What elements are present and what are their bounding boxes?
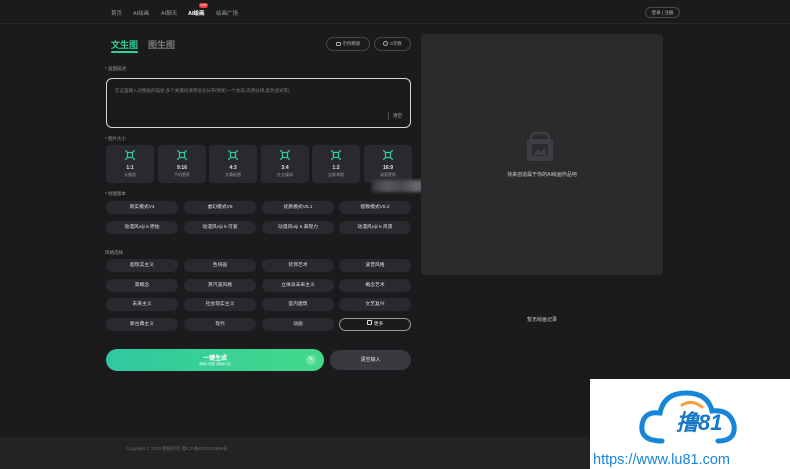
active-tab-indicator bbox=[111, 51, 138, 53]
style-option-3[interactable]: 波普风格 bbox=[339, 259, 411, 272]
aspect-ratio-icon bbox=[331, 150, 341, 160]
tab-image-to-image[interactable]: 图生图 bbox=[148, 38, 175, 51]
size-option-5[interactable]: 16:9 桌面壁纸 bbox=[364, 145, 412, 183]
version-option-7[interactable]: 动漫风niji 5 风景 bbox=[339, 221, 411, 234]
version-option-1[interactable]: 虚幻模式V5 bbox=[184, 201, 256, 214]
credits-label: 0次数 bbox=[390, 41, 402, 46]
style-option-12[interactable]: 新古典主义 bbox=[106, 318, 178, 331]
template-icon bbox=[335, 41, 341, 46]
style-option-6[interactable]: 立体派未来主义 bbox=[262, 279, 334, 292]
aspect-ratio-icon bbox=[280, 150, 290, 160]
version-option-2[interactable]: 优质模式V5.1 bbox=[262, 201, 334, 214]
size-desc: 文章配图 bbox=[225, 172, 241, 177]
prompt-textarea[interactable]: 在这里输入对图画的描述,多个关键词请用逗号分开(例如:一个女孩,高清分辨,柔色滤… bbox=[106, 78, 411, 128]
size-desc: 头像图 bbox=[124, 172, 136, 177]
generate-button[interactable]: 一键生成 消耗1次数 (剩余0次) bbox=[106, 349, 324, 371]
size-ratio: 9:16 bbox=[176, 165, 187, 171]
prompt-clear-button[interactable]: 清空 bbox=[393, 113, 402, 119]
style-option-5[interactable]: 蒸汽波风格 bbox=[184, 279, 256, 292]
watermark-brand: 撸81 bbox=[676, 410, 723, 435]
style-section-label: 风格选择 bbox=[105, 250, 123, 255]
generate-cost-label: 消耗1次数 (剩余0次) bbox=[198, 362, 232, 366]
credits-icon bbox=[383, 41, 389, 47]
style-option-13[interactable]: 现代 bbox=[184, 318, 256, 331]
style-option-2[interactable]: 装饰艺术 bbox=[262, 259, 334, 272]
clear-input-button[interactable]: 清空输入 bbox=[330, 350, 411, 370]
tab-text-to-image[interactable]: 文生图 bbox=[111, 38, 138, 51]
image-placeholder-icon bbox=[527, 131, 553, 161]
version-option-0[interactable]: 真实模式V4 bbox=[106, 201, 178, 214]
example-template-label: 示例模板 bbox=[342, 41, 361, 46]
size-option-0[interactable]: 1:1 头像图 bbox=[106, 145, 154, 183]
aspect-ratio-icon bbox=[383, 150, 393, 160]
prompt-placeholder: 在这里输入对图画的描述,多个关键词请用逗号分开(例如:一个女孩,高清分辨,柔色滤… bbox=[115, 88, 290, 93]
style-option-11[interactable]: 文艺复兴 bbox=[339, 298, 411, 311]
example-template-button[interactable]: 示例模板 bbox=[326, 37, 370, 51]
watermark-url: https://www.lu81.com bbox=[593, 452, 730, 468]
style-option-8[interactable]: 未来主义 bbox=[106, 298, 178, 311]
size-option-3[interactable]: 3:4 社交媒体 bbox=[261, 145, 309, 183]
size-desc: 社交媒体 bbox=[277, 172, 293, 177]
preview-hint: 快来创造属于你的AI绘画作品吧 bbox=[507, 172, 577, 178]
version-option-6[interactable]: 动漫风niji 5 表现力 bbox=[262, 221, 334, 234]
aspect-ratio-icon bbox=[177, 150, 187, 160]
nav-item-ai-draw[interactable]: AI绘画 bbox=[188, 9, 205, 17]
size-option-4[interactable]: 1:2 全屏海报 bbox=[312, 145, 360, 183]
size-desc: 桌面壁纸 bbox=[380, 172, 396, 177]
style-more-button[interactable]: 更多 bbox=[339, 318, 411, 331]
hot-badge: HOT bbox=[199, 3, 208, 8]
nav-item-home[interactable]: 首页 bbox=[111, 9, 122, 17]
size-ratio: 1:2 bbox=[332, 165, 340, 171]
style-option-7[interactable]: 概念艺术 bbox=[339, 279, 411, 292]
aspect-ratio-icon bbox=[125, 150, 135, 160]
nav-item-ai-chat[interactable]: AI聊天 bbox=[161, 9, 177, 17]
watermark: 撸81 https://www.lu81.com bbox=[590, 379, 790, 469]
nav-item-ai-draw-gallery[interactable]: AI绘画 bbox=[133, 9, 149, 17]
nav-item-drawing-square[interactable]: 绘画广场 bbox=[216, 9, 238, 17]
style-option-10[interactable]: 室内建筑 bbox=[262, 298, 334, 311]
size-ratio: 16:9 bbox=[382, 165, 393, 171]
size-option-2[interactable]: 4:3 文章配图 bbox=[209, 145, 257, 183]
more-icon bbox=[366, 320, 372, 326]
version-option-4[interactable]: 动漫风niji 5 原始 bbox=[106, 221, 178, 234]
size-ratio: 4:3 bbox=[229, 165, 237, 171]
style-option-1[interactable]: 色块画 bbox=[184, 259, 256, 272]
prompt-divider bbox=[388, 112, 389, 120]
login-button[interactable]: 登录 | 注册 bbox=[645, 7, 680, 18]
size-section-label: * 图片大小 bbox=[105, 136, 127, 141]
version-option-3[interactable]: 极致模式V5.2 bbox=[339, 201, 411, 214]
style-option-0[interactable]: 超现实主义 bbox=[106, 259, 178, 272]
size-desc: 全屏海报 bbox=[328, 172, 344, 177]
credits-button[interactable]: 0次数 bbox=[374, 37, 411, 51]
edit-icon[interactable]: ✎ bbox=[306, 355, 316, 365]
style-option-14[interactable]: 动画 bbox=[262, 318, 334, 331]
prompt-section-label: * 画面描述 bbox=[105, 66, 127, 71]
style-more-label: 更多 bbox=[373, 322, 384, 327]
generate-label: 一键生成 bbox=[202, 356, 227, 362]
style-option-9[interactable]: 社会现实主义 bbox=[184, 298, 256, 311]
size-ratio: 1:1 bbox=[126, 165, 134, 171]
no-records-text: 暂无绘画记录 bbox=[526, 317, 557, 323]
version-section-label: * 绘图版本 bbox=[105, 191, 127, 196]
size-desc: 手机壁纸 bbox=[174, 172, 190, 177]
version-option-5[interactable]: 动漫风niji 5 可爱 bbox=[184, 221, 256, 234]
style-option-4[interactable]: 高概念 bbox=[106, 279, 178, 292]
top-nav: 首页 AI绘画 AI聊天 AI绘画 HOT 绘画广场 登录 | 注册 bbox=[0, 0, 790, 24]
preview-panel: 快来创造属于你的AI绘画作品吧 bbox=[421, 34, 663, 275]
aspect-ratio-icon bbox=[228, 150, 238, 160]
footer-copyright: Copyright © 2023 版权所有 蜀ICP备2023001959号 bbox=[126, 446, 228, 451]
size-ratio: 3:4 bbox=[281, 165, 289, 171]
size-option-1[interactable]: 9:16 手机壁纸 bbox=[158, 145, 206, 183]
